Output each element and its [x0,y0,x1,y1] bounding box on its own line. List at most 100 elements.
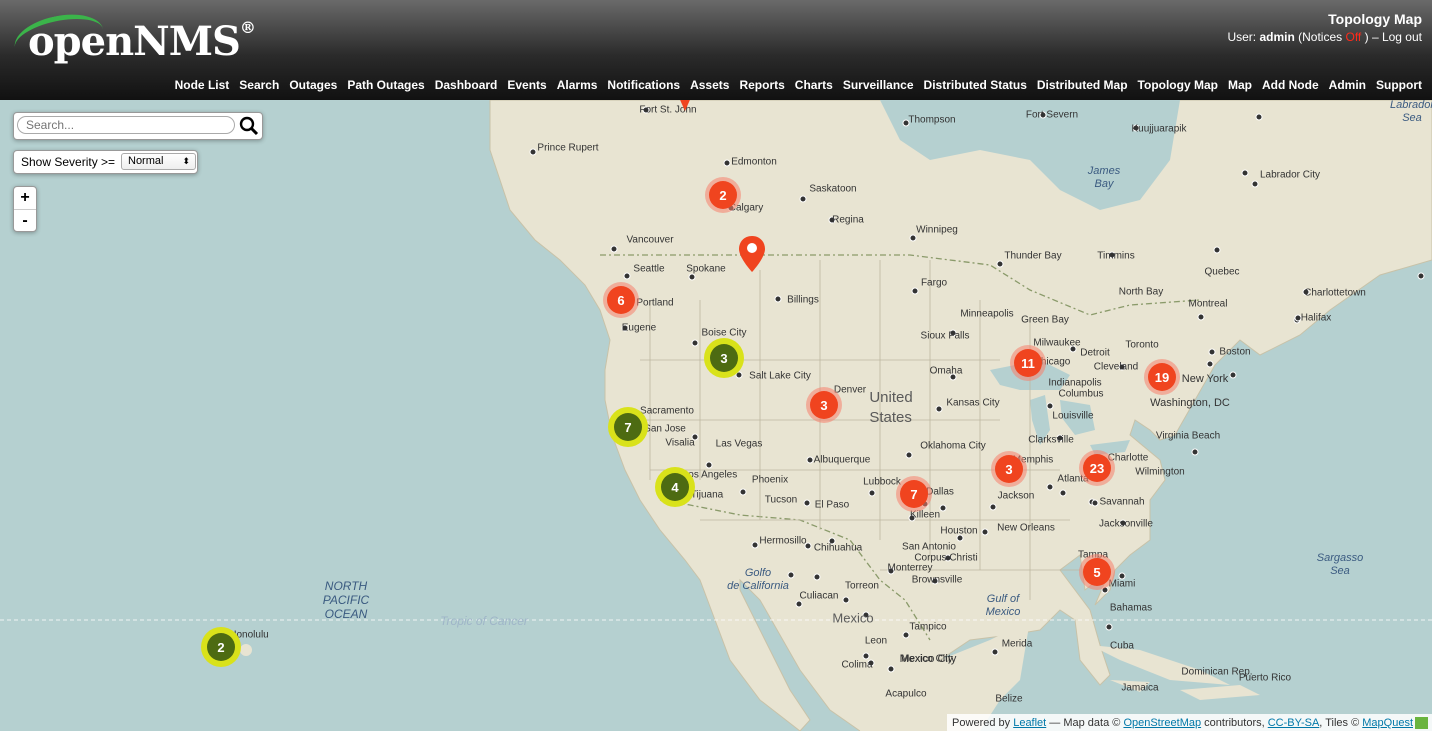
city-dot [991,648,999,656]
node-cluster-normal[interactable]: 4 [655,467,695,507]
nav-outages[interactable]: Outages [289,78,337,92]
city-label: Eugene [621,322,657,334]
city-dot [1229,371,1237,379]
city-label: Clarksville [1028,434,1074,446]
leaflet-link[interactable]: Leaflet [1013,717,1046,729]
city-dot [688,273,696,281]
node-cluster-normal[interactable]: 2 [201,627,241,667]
node-cluster-critical[interactable]: 6 [603,282,639,318]
nav-node-list[interactable]: Node List [175,78,230,92]
city-label: Bahamas [1109,602,1153,614]
city-label: Phoenix [751,474,789,486]
nav-distributed-map[interactable]: Distributed Map [1037,78,1128,92]
ocean-label: NORTH PACIFIC OCEAN [322,579,370,621]
node-cluster-critical[interactable]: 11 [1010,345,1046,381]
node-cluster-critical[interactable]: 5 [1079,554,1115,590]
nav-events[interactable]: Events [507,78,546,92]
nav-search[interactable]: Search [239,78,279,92]
nav-assets[interactable]: Assets [690,78,729,92]
severity-select[interactable]: Normal ⬍ [121,153,196,170]
city-dot [739,488,747,496]
zoom-out-button[interactable]: - [14,210,36,232]
nav-add-node[interactable]: Add Node [1262,78,1319,92]
page-title: Topology Map [1328,11,1422,27]
city-dot [529,148,537,156]
nav-dashboard[interactable]: Dashboard [435,78,498,92]
city-label: Culiacan [799,590,839,602]
city-dot [1046,483,1054,491]
title-block: Topology Map User: admin (Notices Off ) … [1227,11,1422,44]
city-label: Wilmington [1135,466,1185,478]
nav-alarms[interactable]: Alarms [557,78,598,92]
node-cluster-normal[interactable]: 3 [704,338,744,378]
water-label: Sargasso Sea [1316,552,1364,577]
city-dot [902,631,910,639]
nav-distributed-status[interactable]: Distributed Status [924,78,1027,92]
node-cluster-critical[interactable]: 7 [896,476,932,512]
city-label: Merida [1001,638,1033,650]
city-dot [1213,246,1221,254]
node-cluster-normal[interactable]: 7 [608,407,648,447]
nav-notifications[interactable]: Notifications [607,78,680,92]
city-label: Kansas City [946,397,1000,409]
city-label: Jackson [997,490,1035,502]
city-dot [1206,360,1214,368]
node-marker[interactable] [677,100,693,116]
cluster-count: 19 [1148,363,1176,391]
nav-reports[interactable]: Reports [739,78,784,92]
city-label: Chihuahua [813,542,863,554]
nav-charts[interactable]: Charts [795,78,833,92]
node-cluster-critical[interactable]: 3 [991,451,1027,487]
city-dot [803,499,811,507]
severity-control: Show Severity >= Normal ⬍ [13,150,198,174]
nav-map[interactable]: Map [1228,78,1252,92]
city-label: Tucson [764,494,798,506]
nav-path-outages[interactable]: Path Outages [347,78,424,92]
nav-topology-map[interactable]: Topology Map [1138,78,1218,92]
opennms-logo[interactable]: openNMS® [10,7,256,70]
city-label: North Bay [1118,286,1164,298]
city-label: Jacksonville [1099,518,1153,530]
city-dot [1059,489,1067,497]
nav-admin[interactable]: Admin [1329,78,1366,92]
ccbysa-link[interactable]: CC-BY-SA [1268,717,1320,729]
city-dot [795,600,803,608]
node-marker[interactable] [739,236,765,277]
water-label: Labrador Sea [1389,100,1432,124]
city-label: Visalia [665,437,695,449]
mapquest-icon [1415,717,1428,729]
node-cluster-critical[interactable]: 23 [1079,450,1115,486]
logo-wordmark: openNMS® [28,18,256,65]
city-dot [842,596,850,604]
city-label: Montreal [1188,298,1228,310]
city-dot [868,489,876,497]
node-cluster-critical[interactable]: 2 [705,177,741,213]
osm-link[interactable]: OpenStreetMap [1123,717,1201,729]
city-dot [1046,402,1054,410]
city-label: Torreon [845,580,879,592]
node-cluster-critical[interactable]: 3 [806,387,842,423]
city-label: Houston [940,525,978,537]
country-label-mexico: Mexico [832,610,874,626]
city-label: Hermosillo [759,535,807,547]
notices-status[interactable]: Off [1345,30,1361,44]
node-cluster-critical[interactable]: 19 [1144,359,1180,395]
city-label: Boston [1219,346,1251,358]
chevron-updown-icon: ⬍ [182,156,190,166]
mapquest-link[interactable]: MapQuest [1362,717,1413,729]
nav-surveillance[interactable]: Surveillance [843,78,914,92]
nav-support[interactable]: Support [1376,78,1422,92]
city-dot [623,272,631,280]
water-label: Golfo de California [727,567,789,592]
map-view[interactable]: Fort St. John Thompson Prince Rupert Edm… [0,100,1432,731]
city-label: Winnipeg [916,224,958,236]
city-dot [799,195,807,203]
city-label: Saskatoon [809,183,857,195]
search-input[interactable] [17,116,235,134]
magnifier-icon[interactable] [239,116,259,136]
city-dot [774,295,782,303]
logout-link[interactable]: Log out [1382,30,1422,44]
cluster-count: 2 [207,633,235,661]
city-label: Omaha [929,365,963,377]
zoom-in-button[interactable]: + [14,187,36,210]
